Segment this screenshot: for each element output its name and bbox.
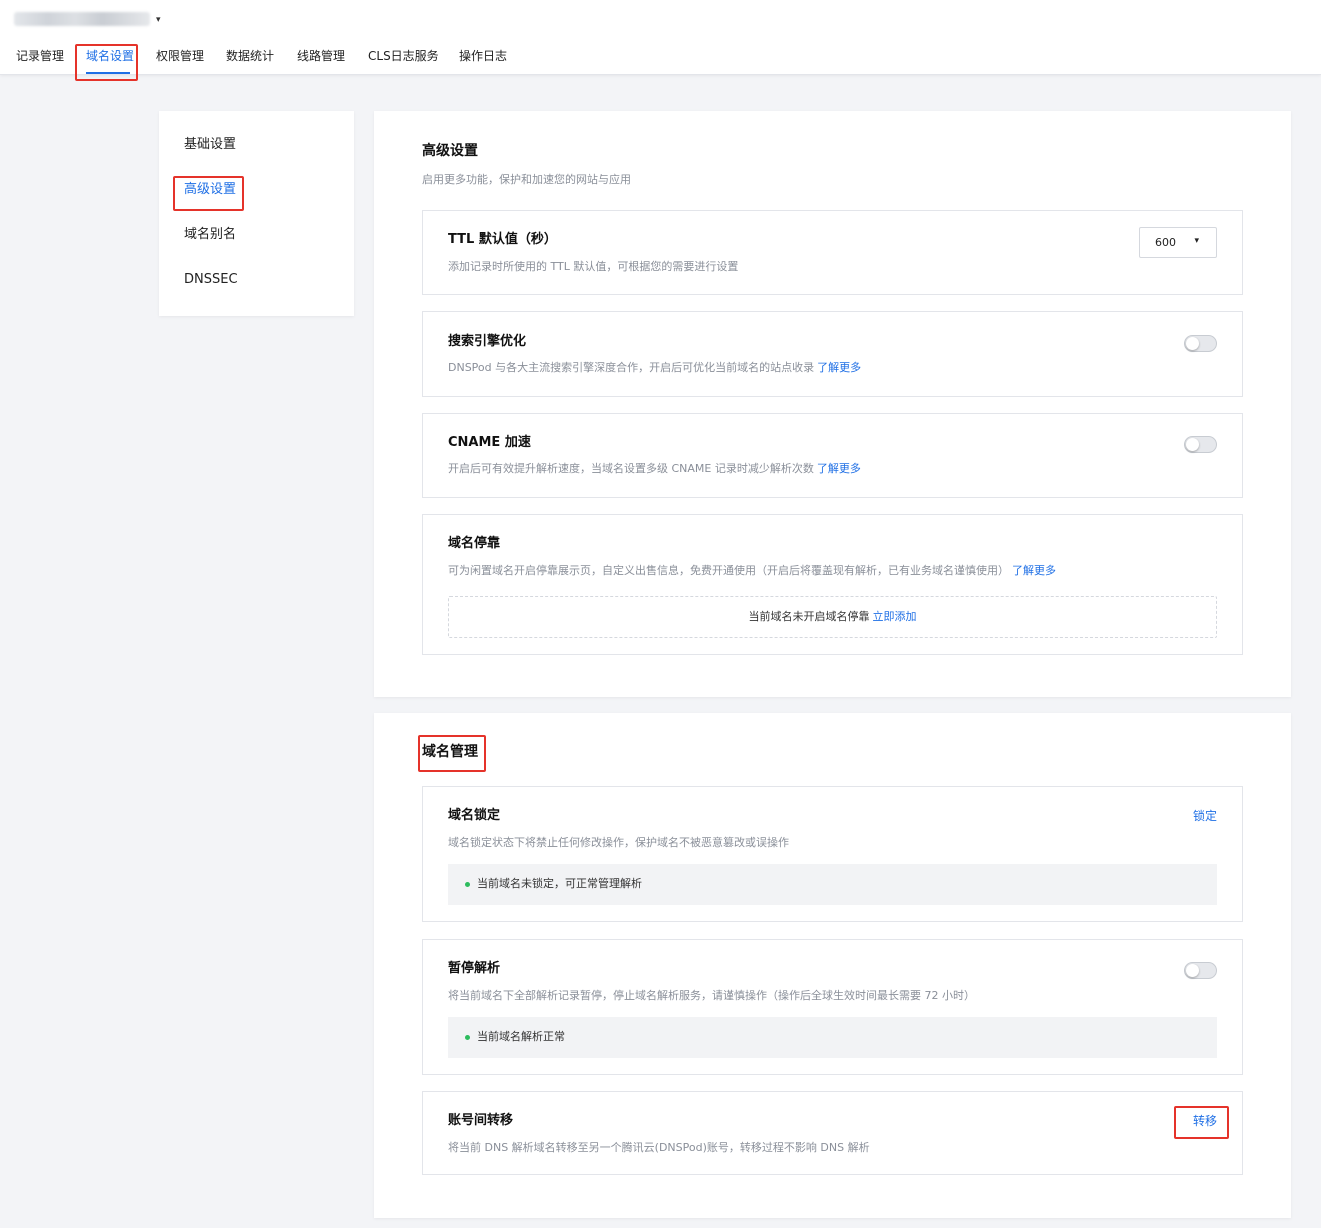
lock-button[interactable]: 锁定 (1193, 807, 1217, 825)
tab-permission-management[interactable]: 权限管理 (156, 46, 204, 66)
parking-description-text: 可为闲置域名开启停靠展示页，自定义出售信息，免费开通使用（开启后将覆盖现有解析，… (448, 564, 1009, 577)
cname-title: CNAME 加速 (448, 435, 531, 450)
seo-title: 搜索引擎优化 (448, 334, 527, 349)
status-ok-dot-icon (465, 882, 470, 887)
seo-description-text: DNSPod 与各大主流搜索引擎深度合作，开启后可优化当前域名的站点收录 (448, 361, 815, 374)
panel-subtitle: 启用更多功能，保护和加速您的网站与应用 (422, 173, 631, 186)
panel-title: 高级设置 (422, 143, 478, 159)
ttl-title: TTL 默认值（秒） (448, 232, 557, 247)
transfer-description: 将当前 DNS 解析域名转移至另一个腾讯云(DNSPod)账号，转移过程不影响 … (448, 1141, 870, 1154)
sidebar-item-dnssec[interactable]: DNSSEC (184, 271, 238, 289)
sidebar-item-advanced-settings[interactable]: 高级设置 (184, 181, 236, 199)
pause-title: 暂停解析 (448, 961, 501, 976)
parking-learn-more-link[interactable]: 了解更多 (1012, 564, 1056, 577)
seo-description: DNSPod 与各大主流搜索引擎深度合作，开启后可优化当前域名的站点收录 了解更多 (448, 360, 861, 376)
panel-title: 域名管理 (422, 744, 478, 760)
parking-card: 域名停靠 可为闲置域名开启停靠展示页，自定义出售信息，免费开通使用（开启后将覆盖… (422, 514, 1243, 655)
pause-description: 将当前域名下全部解析记录暂停，停止域名解析服务，请谨慎操作（操作后全球生效时间最… (448, 989, 975, 1002)
sidebar-item-basic-settings[interactable]: 基础设置 (184, 136, 236, 154)
cname-card: CNAME 加速 开启后可有效提升解析速度，当域名设置多级 CNAME 记录时减… (422, 413, 1243, 498)
advanced-settings-panel: 高级设置 启用更多功能，保护和加速您的网站与应用 TTL 默认值（秒） 添加记录… (374, 111, 1291, 697)
top-bar: ▾ 记录管理 域名设置 权限管理 数据统计 线路管理 CLS日志服务 操作日志 (0, 0, 1321, 75)
transfer-button[interactable]: 转移 (1193, 1112, 1217, 1130)
settings-sidebar: 基础设置 高级设置 域名别名 DNSSEC (159, 111, 354, 316)
parking-title: 域名停靠 (448, 536, 501, 551)
chevron-down-icon: ▾ (1194, 236, 1199, 246)
seo-card: 搜索引擎优化 DNSPod 与各大主流搜索引擎深度合作，开启后可优化当前域名的站… (422, 311, 1243, 397)
ttl-value: 600 (1155, 236, 1176, 249)
active-tab-indicator (86, 72, 130, 74)
transfer-card: 账号间转移 将当前 DNS 解析域名转移至另一个腾讯云(DNSPod)账号，转移… (422, 1091, 1243, 1175)
lock-status-text: 当前域名未锁定，可正常管理解析 (477, 877, 642, 890)
tab-data-statistics[interactable]: 数据统计 (226, 46, 274, 66)
tab-record-management[interactable]: 记录管理 (16, 46, 64, 66)
tab-line-management[interactable]: 线路管理 (297, 46, 345, 66)
ttl-card: TTL 默认值（秒） 添加记录时所使用的 TTL 默认值，可根据您的需要进行设置… (422, 210, 1243, 295)
pause-card: 暂停解析 将当前域名下全部解析记录暂停，停止域名解析服务，请谨慎操作（操作后全球… (422, 939, 1243, 1075)
pause-status-box: 当前域名解析正常 (448, 1017, 1217, 1058)
ttl-select[interactable]: 600 ▾ (1139, 227, 1217, 258)
toggle-knob (1186, 964, 1199, 977)
toggle-knob (1186, 337, 1199, 350)
cname-toggle[interactable] (1184, 436, 1217, 453)
parking-description: 可为闲置域名开启停靠展示页，自定义出售信息，免费开通使用（开启后将覆盖现有解析，… (448, 563, 1056, 579)
tab-operation-log[interactable]: 操作日志 (459, 46, 507, 66)
transfer-title: 账号间转移 (448, 1113, 514, 1128)
ttl-description: 添加记录时所使用的 TTL 默认值，可根据您的需要进行设置 (448, 260, 739, 273)
lock-description: 域名锁定状态下将禁止任何修改操作，保护域名不被恶意篡改或误操作 (448, 836, 789, 849)
lock-card: 域名锁定 域名锁定状态下将禁止任何修改操作，保护域名不被恶意篡改或误操作 锁定 … (422, 786, 1243, 922)
lock-title: 域名锁定 (448, 808, 501, 823)
cname-description: 开启后可有效提升解析速度，当域名设置多级 CNAME 记录时减少解析次数 了解更多 (448, 461, 861, 477)
domain-name-redacted[interactable] (14, 12, 150, 26)
lock-status-box: 当前域名未锁定，可正常管理解析 (448, 864, 1217, 905)
toggle-knob (1186, 438, 1199, 451)
seo-learn-more-link[interactable]: 了解更多 (817, 361, 861, 374)
tab-domain-settings[interactable]: 域名设置 (86, 46, 134, 66)
parking-status-text: 当前域名未开启域名停靠 (748, 610, 870, 623)
parking-add-link[interactable]: 立即添加 (873, 610, 917, 623)
cname-learn-more-link[interactable]: 了解更多 (817, 462, 861, 475)
pause-toggle[interactable] (1184, 962, 1217, 979)
tab-cls-log-service[interactable]: CLS日志服务 (368, 46, 439, 66)
sidebar-item-domain-alias[interactable]: 域名别名 (184, 226, 236, 244)
pause-status-text: 当前域名解析正常 (477, 1030, 565, 1043)
domain-switch-chevron-icon[interactable]: ▾ (156, 15, 161, 25)
cname-description-text: 开启后可有效提升解析速度，当域名设置多级 CNAME 记录时减少解析次数 (448, 462, 814, 475)
seo-toggle[interactable] (1184, 335, 1217, 352)
domain-management-panel: 域名管理 域名锁定 域名锁定状态下将禁止任何修改操作，保护域名不被恶意篡改或误操… (374, 713, 1291, 1218)
parking-empty-box: 当前域名未开启域名停靠 立即添加 (448, 596, 1217, 638)
status-ok-dot-icon (465, 1035, 470, 1040)
